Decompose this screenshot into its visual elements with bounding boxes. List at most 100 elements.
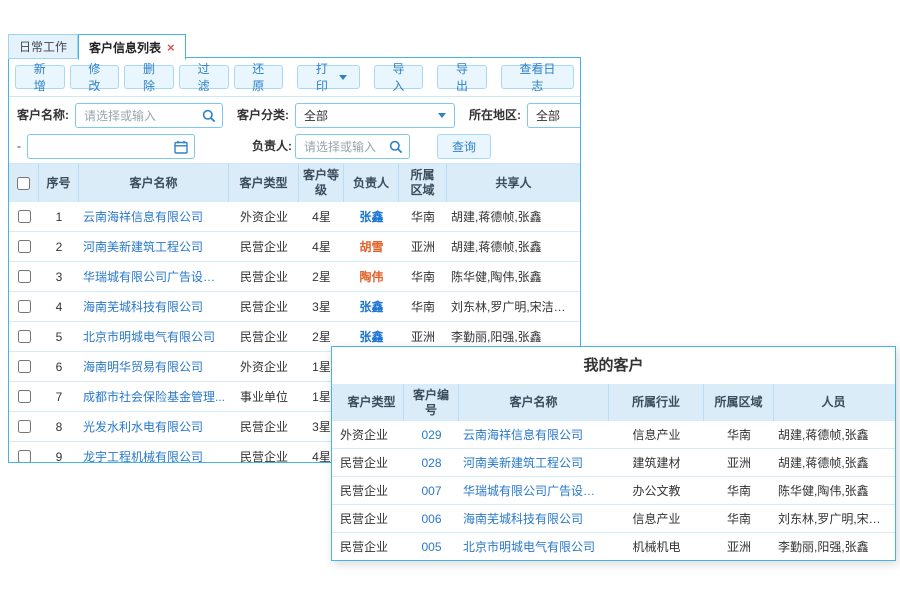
selected-value: 全部 bbox=[536, 107, 560, 124]
my-customers-panel: 我的客户 客户类型 客户编号 客户名称 所属行业 所属区域 人员 外资企业 02… bbox=[331, 346, 896, 561]
tab-label: 日常工作 bbox=[19, 38, 67, 55]
region: 华南 bbox=[399, 208, 447, 225]
customer-code-link[interactable]: 007 bbox=[404, 484, 459, 498]
district-select[interactable]: 全部 bbox=[527, 103, 581, 128]
region: 华南 bbox=[704, 426, 774, 443]
tab-daily-work[interactable]: 日常工作 bbox=[8, 34, 78, 59]
delete-button[interactable]: 删除 bbox=[124, 65, 174, 89]
date-input[interactable] bbox=[28, 135, 194, 158]
row-number: 3 bbox=[39, 270, 79, 284]
customer-type: 民营企业 bbox=[229, 298, 299, 315]
customer-name-link[interactable]: 河南美新建筑工程公司 bbox=[79, 238, 229, 255]
owner-name-link[interactable]: 胡雪 bbox=[344, 238, 399, 255]
customer-name-link[interactable]: 北京市明城电气有限公司 bbox=[459, 538, 609, 555]
row-number: 8 bbox=[39, 420, 79, 434]
table-row: 4 海南芜城科技有限公司 民营企业 3星 张鑫 华南 刘东林,罗广明,宋洁然,张… bbox=[9, 292, 580, 322]
customer-name-link[interactable]: 云南海祥信息有限公司 bbox=[79, 208, 229, 225]
row-number: 4 bbox=[39, 300, 79, 314]
people: 胡建,蒋德帧,张鑫 bbox=[774, 454, 893, 471]
import-button[interactable]: 导入 bbox=[374, 65, 424, 89]
select-all-checkbox[interactable] bbox=[17, 177, 30, 190]
table-row: 外资企业 029 云南海祥信息有限公司 信息产业 华南 胡建,蒋德帧,张鑫 bbox=[332, 421, 895, 449]
export-button[interactable]: 导出 bbox=[437, 65, 487, 89]
calendar-icon[interactable] bbox=[173, 139, 189, 155]
customer-name-link[interactable]: 北京市明城电气有限公司 bbox=[79, 328, 229, 345]
caret-down-icon bbox=[438, 113, 446, 118]
search-icon[interactable] bbox=[201, 108, 217, 124]
row-checkbox[interactable] bbox=[18, 270, 31, 283]
restore-button[interactable]: 还原 bbox=[234, 65, 284, 89]
customer-code-link[interactable]: 006 bbox=[404, 512, 459, 526]
checkbox-cell bbox=[9, 420, 39, 433]
row-number: 7 bbox=[39, 390, 79, 404]
table-row: 1 云南海祥信息有限公司 外资企业 4星 张鑫 华南 胡建,蒋德帧,张鑫 bbox=[9, 202, 580, 232]
customer-name-link[interactable]: 华瑞城有限公司广告设计部 bbox=[79, 268, 229, 285]
col-header-customer-level: 客户等级 bbox=[299, 164, 344, 202]
row-checkbox[interactable] bbox=[18, 330, 31, 343]
customer-level: 2星 bbox=[299, 268, 344, 285]
industry: 信息产业 bbox=[609, 426, 704, 443]
print-button[interactable]: 打印 bbox=[297, 65, 359, 89]
view-log-button[interactable]: 查看日志 bbox=[501, 65, 574, 89]
customer-name-link[interactable]: 云南海祥信息有限公司 bbox=[459, 426, 609, 443]
customer-type: 民营企业 bbox=[229, 328, 299, 345]
edit-button[interactable]: 修改 bbox=[70, 65, 120, 89]
customer-name-link[interactable]: 光发水利水电有限公司 bbox=[79, 418, 229, 435]
customer-code-link[interactable]: 029 bbox=[404, 428, 459, 442]
row-number: 9 bbox=[39, 450, 79, 464]
customer-name-link[interactable]: 成都市社会保险基金管理... bbox=[79, 388, 229, 405]
col-header-no: 序号 bbox=[39, 164, 79, 202]
customer-name-link[interactable]: 河南美新建筑工程公司 bbox=[459, 454, 609, 471]
row-checkbox[interactable] bbox=[18, 450, 31, 463]
checkbox-cell bbox=[9, 270, 39, 283]
customer-name-link[interactable]: 龙宇工程机械有限公司 bbox=[79, 448, 229, 463]
row-checkbox[interactable] bbox=[18, 420, 31, 433]
row-checkbox[interactable] bbox=[18, 240, 31, 253]
filter-button[interactable]: 过滤 bbox=[179, 65, 229, 89]
row-checkbox[interactable] bbox=[18, 300, 31, 313]
row-checkbox[interactable] bbox=[18, 360, 31, 373]
region: 亚洲 bbox=[399, 238, 447, 255]
customer-name-link[interactable]: 海南明华贸易有限公司 bbox=[79, 358, 229, 375]
people: 李勤丽,阳强,张鑫 bbox=[774, 538, 893, 555]
customer-type: 民营企业 bbox=[332, 510, 404, 527]
table-row: 民营企业 006 海南芜城科技有限公司 信息产业 华南 刘东林,罗广明,宋洁然,… bbox=[332, 505, 895, 533]
industry: 信息产业 bbox=[609, 510, 704, 527]
popup-title: 我的客户 bbox=[332, 347, 895, 384]
customer-name-link[interactable]: 海南芜城科技有限公司 bbox=[459, 510, 609, 527]
customer-code-link[interactable]: 028 bbox=[404, 456, 459, 470]
close-icon[interactable]: × bbox=[167, 41, 175, 54]
row-checkbox[interactable] bbox=[18, 210, 31, 223]
customer-name-link[interactable]: 海南芜城科技有限公司 bbox=[79, 298, 229, 315]
col-header-customer-name: 客户名称 bbox=[459, 384, 609, 421]
tab-customer-info-list[interactable]: 客户信息列表 × bbox=[78, 34, 186, 60]
customer-name-link[interactable]: 华瑞城有限公司广告设计部 bbox=[459, 482, 609, 499]
add-button[interactable]: 新增 bbox=[15, 65, 65, 89]
customer-category-select[interactable]: 全部 bbox=[295, 103, 455, 128]
region: 亚洲 bbox=[399, 328, 447, 345]
industry: 建筑建材 bbox=[609, 454, 704, 471]
customer-name-field bbox=[75, 103, 223, 128]
query-button[interactable]: 查询 bbox=[437, 134, 491, 159]
customer-name-label: 客户名称: bbox=[17, 103, 69, 128]
select-all-cell bbox=[9, 164, 39, 202]
row-checkbox[interactable] bbox=[18, 390, 31, 403]
row-number: 6 bbox=[39, 360, 79, 374]
search-icon[interactable] bbox=[388, 139, 404, 155]
owner-name-link[interactable]: 张鑫 bbox=[344, 298, 399, 315]
customer-type: 民营企业 bbox=[332, 538, 404, 555]
col-header-shared: 共享人 bbox=[447, 164, 580, 202]
customer-type: 民营企业 bbox=[229, 418, 299, 435]
shared-people: 刘东林,罗广明,宋洁然,张鑫 bbox=[447, 298, 580, 315]
owner-label: 负责人: bbox=[252, 134, 292, 159]
shared-people: 胡建,蒋德帧,张鑫 bbox=[447, 238, 580, 255]
owner-name-link[interactable]: 张鑫 bbox=[344, 328, 399, 345]
col-header-customer-type: 客户类型 bbox=[332, 384, 404, 421]
checkbox-cell bbox=[9, 360, 39, 373]
col-header-customer-code: 客户编号 bbox=[404, 384, 459, 421]
customer-level: 4星 bbox=[299, 238, 344, 255]
customer-code-link[interactable]: 005 bbox=[404, 540, 459, 554]
owner-name-link[interactable]: 陶伟 bbox=[344, 268, 399, 285]
customer-level: 4星 bbox=[299, 208, 344, 225]
owner-name-link[interactable]: 张鑫 bbox=[344, 208, 399, 225]
